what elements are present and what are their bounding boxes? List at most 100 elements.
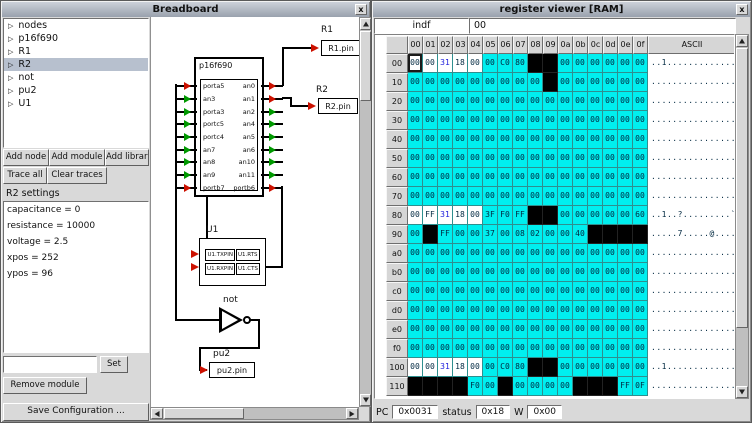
register-cell[interactable]: 00 bbox=[543, 187, 558, 206]
register-cell[interactable]: 08 bbox=[513, 225, 528, 244]
register-cell[interactable]: 00 bbox=[438, 111, 453, 130]
attribute-line[interactable]: resistance = 10000 bbox=[4, 218, 148, 234]
pin-label[interactable]: an5 bbox=[243, 133, 255, 141]
column-header[interactable]: 00 bbox=[408, 36, 423, 54]
trace-all-button[interactable]: Trace all bbox=[3, 167, 47, 184]
register-cell[interactable]: 00 bbox=[408, 320, 423, 339]
row-header[interactable]: 80 bbox=[386, 206, 408, 225]
u1-rts[interactable]: U1.RTS bbox=[236, 249, 260, 261]
register-cell[interactable] bbox=[453, 377, 468, 396]
register-cell[interactable]: 00 bbox=[483, 130, 498, 149]
pin-label[interactable]: an4 bbox=[243, 120, 255, 128]
column-header[interactable]: 0b bbox=[573, 36, 588, 54]
register-cell[interactable]: 00 bbox=[438, 73, 453, 92]
register-cell[interactable]: 00 bbox=[423, 301, 438, 320]
register-cell[interactable]: 00 bbox=[483, 92, 498, 111]
register-cell[interactable]: 00 bbox=[483, 54, 498, 73]
attribute-line[interactable]: xpos = 252 bbox=[4, 250, 148, 266]
register-cell[interactable]: 00 bbox=[573, 244, 588, 263]
register-cell[interactable] bbox=[423, 377, 438, 396]
column-header[interactable]: 04 bbox=[468, 36, 483, 54]
breadboard-canvas[interactable]: R1 R1.pin R2 R2.pin p16f690 porta5an0an3… bbox=[150, 17, 359, 407]
register-cell[interactable]: 00 bbox=[588, 54, 603, 73]
attribute-line[interactable]: ypos = 96 bbox=[4, 266, 148, 282]
register-cell[interactable]: 00 bbox=[453, 187, 468, 206]
register-cell[interactable]: 00 bbox=[618, 54, 633, 73]
register-cell[interactable]: 00 bbox=[558, 187, 573, 206]
register-cell[interactable]: 00 bbox=[408, 187, 423, 206]
tree-item-R1[interactable]: ▷R1 bbox=[4, 45, 148, 58]
row-header[interactable]: 00 bbox=[386, 54, 408, 73]
register-cell[interactable]: 00 bbox=[558, 225, 573, 244]
register-cell[interactable]: 00 bbox=[633, 73, 648, 92]
register-cell[interactable]: 37 bbox=[483, 225, 498, 244]
module-pin-r2[interactable]: R2.pin bbox=[318, 98, 358, 114]
pin-label[interactable]: an0 bbox=[243, 82, 255, 90]
register-cell[interactable]: 00 bbox=[513, 187, 528, 206]
register-cell[interactable]: 00 bbox=[468, 263, 483, 282]
register-cell[interactable] bbox=[603, 225, 618, 244]
register-cell[interactable]: 00 bbox=[633, 282, 648, 301]
register-cell[interactable]: 00 bbox=[513, 263, 528, 282]
register-cell[interactable]: 00 bbox=[558, 358, 573, 377]
vertical-scrollbar[interactable] bbox=[735, 34, 749, 399]
register-cell[interactable]: 00 bbox=[573, 339, 588, 358]
register-cell[interactable]: 00 bbox=[603, 301, 618, 320]
row-header[interactable]: f0 bbox=[386, 339, 408, 358]
pin-label[interactable]: an9 bbox=[203, 171, 215, 179]
register-cell[interactable]: 00 bbox=[603, 320, 618, 339]
register-cell[interactable]: 00 bbox=[528, 130, 543, 149]
register-cell[interactable]: 00 bbox=[513, 168, 528, 187]
register-cell[interactable]: 00 bbox=[588, 301, 603, 320]
add-node-button[interactable]: Add node bbox=[3, 149, 49, 166]
register-cell[interactable]: 00 bbox=[588, 111, 603, 130]
register-cell[interactable]: 00 bbox=[468, 320, 483, 339]
register-cell[interactable]: 00 bbox=[483, 111, 498, 130]
u1-rxpin[interactable]: U1.RXPIN bbox=[205, 263, 235, 275]
pin-row-an9[interactable]: an9an11 bbox=[201, 169, 257, 182]
register-cell[interactable]: 00 bbox=[618, 206, 633, 225]
add-module-button[interactable]: Add module bbox=[49, 149, 105, 166]
register-cell[interactable]: 00 bbox=[543, 225, 558, 244]
register-cell[interactable]: 00 bbox=[573, 358, 588, 377]
register-cell[interactable]: 00 bbox=[618, 149, 633, 168]
register-cell[interactable]: C0 bbox=[498, 54, 513, 73]
register-cell[interactable] bbox=[498, 377, 513, 396]
register-cell[interactable]: 00 bbox=[513, 320, 528, 339]
register-cell[interactable]: 00 bbox=[528, 111, 543, 130]
register-cell[interactable]: 00 bbox=[618, 244, 633, 263]
register-cell[interactable]: 0F bbox=[633, 377, 648, 396]
register-cell[interactable]: 00 bbox=[573, 149, 588, 168]
register-cell[interactable]: 00 bbox=[468, 73, 483, 92]
register-cell[interactable] bbox=[543, 206, 558, 225]
register-cell[interactable]: 00 bbox=[513, 282, 528, 301]
register-cell[interactable]: 00 bbox=[603, 206, 618, 225]
pin-label[interactable]: an6 bbox=[243, 146, 255, 154]
register-cell[interactable]: 00 bbox=[483, 320, 498, 339]
register-cell[interactable]: 00 bbox=[558, 377, 573, 396]
register-cell[interactable] bbox=[528, 358, 543, 377]
pin-label[interactable]: portc4 bbox=[203, 133, 224, 141]
register-cell[interactable]: 00 bbox=[618, 301, 633, 320]
register-cell[interactable]: 00 bbox=[528, 320, 543, 339]
pin-row-an3[interactable]: an3an1 bbox=[201, 93, 257, 106]
column-header[interactable]: 0a bbox=[558, 36, 573, 54]
register-cell[interactable]: 00 bbox=[513, 339, 528, 358]
register-cell[interactable]: 00 bbox=[453, 73, 468, 92]
register-cell[interactable]: 00 bbox=[528, 187, 543, 206]
register-cell[interactable] bbox=[573, 377, 588, 396]
register-cell[interactable]: 00 bbox=[438, 149, 453, 168]
pin-row-porta5[interactable]: porta5an0 bbox=[201, 80, 257, 93]
register-cell[interactable]: 00 bbox=[633, 320, 648, 339]
register-cell[interactable]: 00 bbox=[558, 320, 573, 339]
register-cell[interactable]: 00 bbox=[483, 282, 498, 301]
register-cell[interactable]: 00 bbox=[498, 282, 513, 301]
column-header[interactable]: 08 bbox=[528, 36, 543, 54]
register-cell[interactable]: 00 bbox=[633, 111, 648, 130]
register-cell[interactable]: 00 bbox=[618, 130, 633, 149]
tree-item-p16f690[interactable]: ▷p16f690 bbox=[4, 32, 148, 45]
register-cell[interactable] bbox=[603, 377, 618, 396]
register-cell[interactable] bbox=[618, 225, 633, 244]
register-cell[interactable]: F0 bbox=[498, 206, 513, 225]
register-cell[interactable]: 00 bbox=[633, 339, 648, 358]
